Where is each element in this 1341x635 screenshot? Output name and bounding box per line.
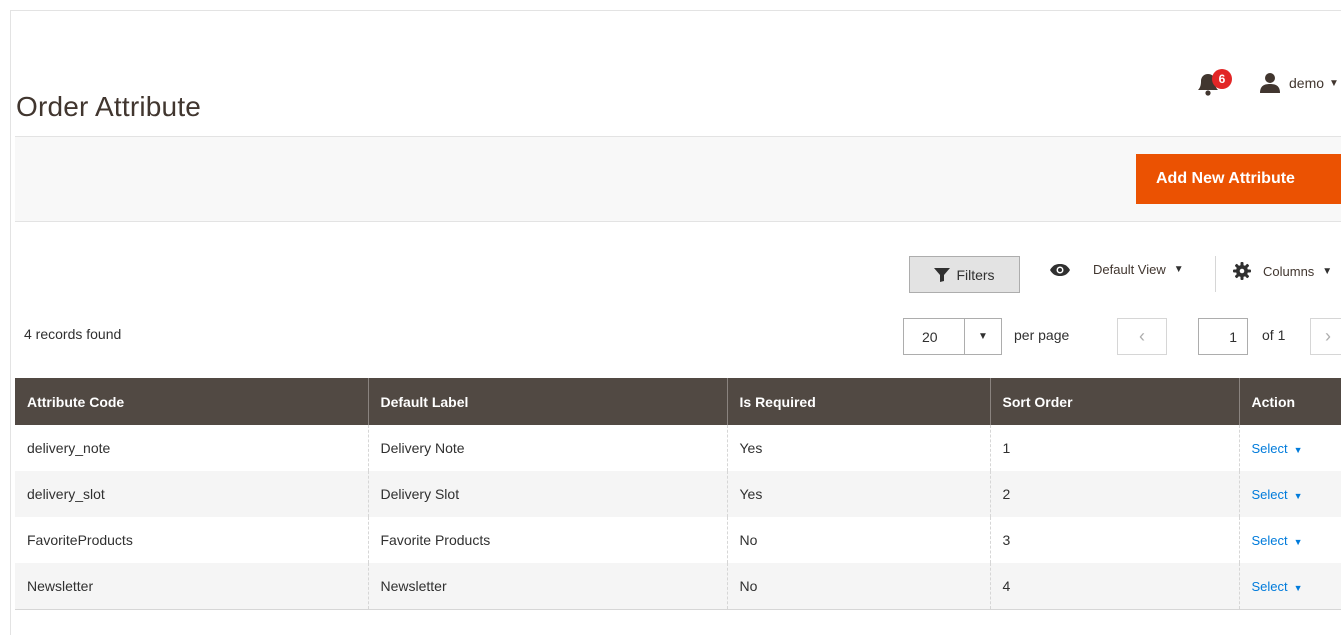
cell-is-required: Yes — [726, 425, 990, 471]
user-name: demo — [1289, 75, 1325, 91]
user-icon — [1259, 72, 1281, 94]
cell-attribute-code: Newsletter — [15, 563, 368, 610]
total-pages: of 1 — [1262, 327, 1286, 343]
cell-attribute-code: delivery_slot — [15, 471, 368, 517]
column-header-is-required[interactable]: Is Required — [726, 378, 990, 425]
table-row[interactable]: delivery_note Delivery Note Yes 1 Select… — [15, 425, 1341, 471]
row-action-select[interactable]: Select ▼ — [1252, 487, 1303, 502]
cell-is-required: No — [726, 517, 990, 563]
cell-sort-order: 3 — [989, 517, 1239, 563]
columns-control[interactable]: Columns ▼ — [1233, 262, 1332, 280]
previous-page-button[interactable]: ‹ — [1117, 318, 1167, 355]
filters-label: Filters — [956, 266, 995, 283]
action-label: Select — [1251, 533, 1288, 548]
view-label: Default View — [1093, 262, 1166, 277]
column-header-default-label[interactable]: Default Label — [367, 378, 727, 425]
chevron-down-icon: ▼ — [1293, 582, 1303, 593]
cell-action: Select ▼ — [1238, 471, 1341, 517]
notifications-badge[interactable]: 6 — [1212, 69, 1232, 89]
cell-default-label: Favorite Products — [367, 517, 727, 563]
funnel-icon — [934, 267, 951, 282]
action-label: Select — [1251, 487, 1288, 502]
page-title: Order Attribute — [16, 90, 202, 122]
column-header-action: Action — [1238, 378, 1341, 425]
eye-icon — [1050, 263, 1070, 276]
cell-default-label: Delivery Note — [367, 425, 727, 471]
attributes-grid: Attribute Code Default Label Is Required… — [15, 378, 1341, 610]
action-label: Select — [1251, 578, 1288, 594]
next-page-button[interactable]: › — [1310, 318, 1341, 355]
gear-icon — [1233, 262, 1251, 280]
cell-action: Select ▼ — [1238, 563, 1341, 610]
per-page-value[interactable]: 20 — [903, 318, 965, 355]
chevron-down-icon: ▼ — [978, 331, 988, 342]
table-row[interactable]: FavoriteProducts Favorite Products No 3 … — [15, 517, 1341, 563]
table-row[interactable]: Newsletter Newsletter No 4 Select ▼ — [15, 563, 1341, 610]
cell-default-label: Newsletter — [367, 563, 727, 610]
cell-is-required: No — [726, 563, 990, 610]
cell-attribute-code: FavoriteProducts — [15, 517, 368, 563]
chevron-right-icon: › — [1325, 326, 1331, 346]
filters-button[interactable]: Filters — [909, 256, 1020, 293]
row-action-select[interactable]: Select ▼ — [1252, 441, 1303, 456]
cell-is-required: Yes — [726, 471, 990, 517]
cell-default-label: Delivery Slot — [367, 471, 727, 517]
table-row[interactable]: delivery_slot Delivery Slot Yes 2 Select… — [15, 471, 1341, 517]
row-action-select[interactable]: Select ▼ — [1252, 533, 1303, 548]
chevron-down-icon: ▼ — [1293, 445, 1303, 455]
chevron-down-icon: ▼ — [1173, 264, 1184, 275]
cell-attribute-code: delivery_note — [15, 425, 368, 471]
cell-sort-order: 1 — [989, 425, 1239, 471]
cell-action: Select ▼ — [1238, 425, 1341, 471]
add-new-attribute-button[interactable]: Add New Attribute — [1136, 154, 1341, 204]
chevron-down-icon: ▼ — [1293, 537, 1303, 547]
chevron-down-icon: ▼ — [1293, 491, 1303, 501]
action-label: Select — [1251, 441, 1288, 456]
grid-header-row: Attribute Code Default Label Is Required… — [15, 378, 1341, 425]
per-page-toggle[interactable]: ▼ — [964, 318, 1002, 355]
records-found: 4 records found — [24, 326, 122, 342]
column-header-sort-order[interactable]: Sort Order — [989, 378, 1239, 425]
page-number-input[interactable]: 1 — [1198, 318, 1248, 355]
toolbar-divider — [1215, 256, 1216, 292]
cell-action: Select ▼ — [1238, 517, 1341, 563]
columns-label: Columns — [1263, 263, 1315, 279]
per-page-label: per page — [1014, 327, 1070, 343]
chevron-down-icon: ▼ — [1329, 77, 1339, 89]
user-menu[interactable]: demo ▼ — [1259, 72, 1339, 94]
column-header-attribute-code[interactable]: Attribute Code — [15, 378, 368, 425]
chevron-left-icon: ‹ — [1139, 326, 1145, 346]
view-switcher[interactable]: Default View ▼ — [1049, 262, 1184, 277]
row-action-select[interactable]: Select ▼ — [1252, 579, 1303, 594]
chevron-down-icon: ▼ — [1322, 265, 1333, 277]
cell-sort-order: 4 — [989, 563, 1239, 610]
cell-sort-order: 2 — [989, 471, 1239, 517]
